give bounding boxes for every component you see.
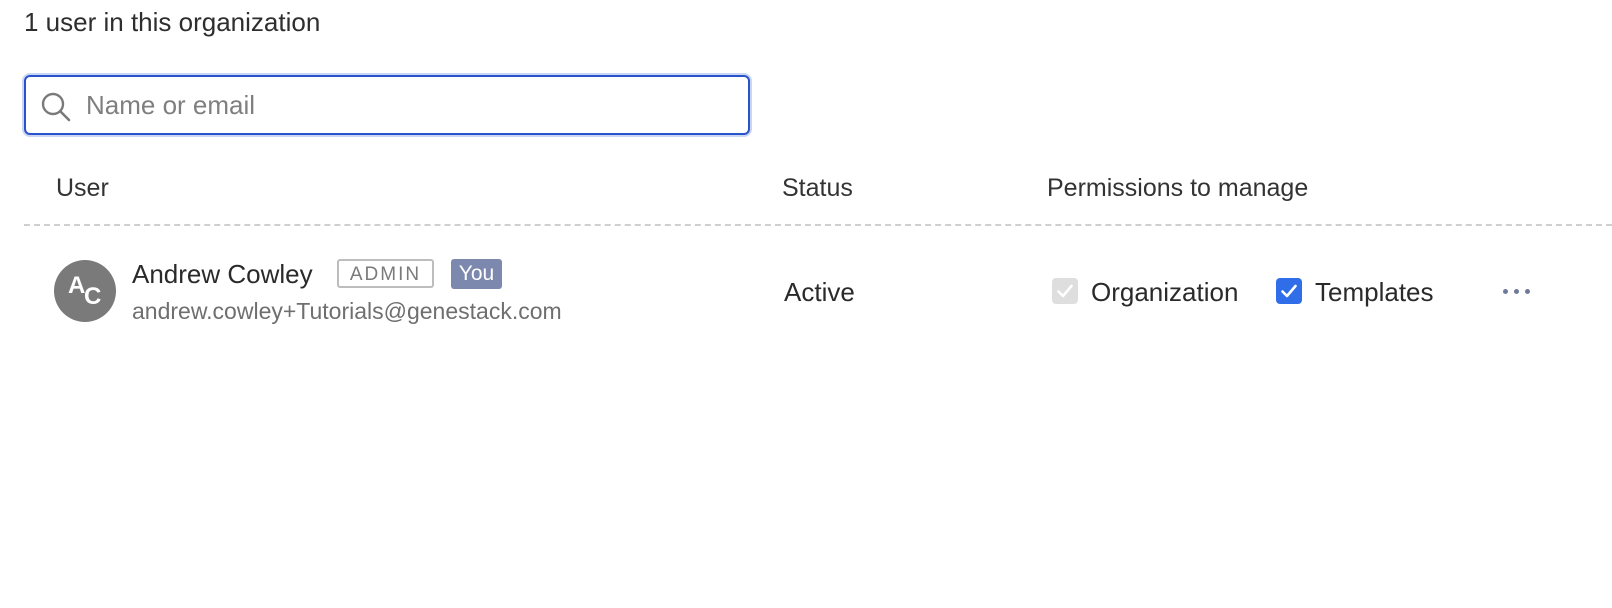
organization-permission-label: Organization xyxy=(1091,277,1239,307)
more-horizontal-icon xyxy=(1503,289,1508,294)
search-icon xyxy=(41,92,71,122)
search-box[interactable] xyxy=(24,75,750,135)
admin-badge: ADMIN xyxy=(337,259,434,288)
you-badge: You xyxy=(451,259,502,289)
user-status: Active xyxy=(784,277,855,307)
checkmark-icon xyxy=(1281,284,1297,298)
avatar: A C xyxy=(54,260,116,322)
user-name: Andrew Cowley xyxy=(132,259,313,289)
templates-permission-checkbox[interactable] xyxy=(1276,278,1302,304)
organization-users-page: 1 user in this organization User Status … xyxy=(0,0,1612,608)
column-header-user: User xyxy=(56,174,109,202)
user-count-text: 1 user in this organization xyxy=(24,7,321,37)
avatar-initial-last: C xyxy=(84,283,102,310)
column-header-permissions: Permissions to manage xyxy=(1047,174,1309,202)
table-row: A C Andrew Cowley ADMIN You andrew.cowle… xyxy=(0,226,1612,358)
column-header-status: Status xyxy=(782,174,853,202)
search-input[interactable] xyxy=(86,83,736,127)
templates-permission-label[interactable]: Templates xyxy=(1315,276,1434,308)
checkmark-icon xyxy=(1057,284,1073,298)
organization-permission-checkbox xyxy=(1052,278,1078,304)
user-email: andrew.cowley+Tutorials@genestack.com xyxy=(132,298,562,324)
avatar-initial-first: A xyxy=(68,272,86,299)
more-actions-button[interactable] xyxy=(1500,281,1534,301)
